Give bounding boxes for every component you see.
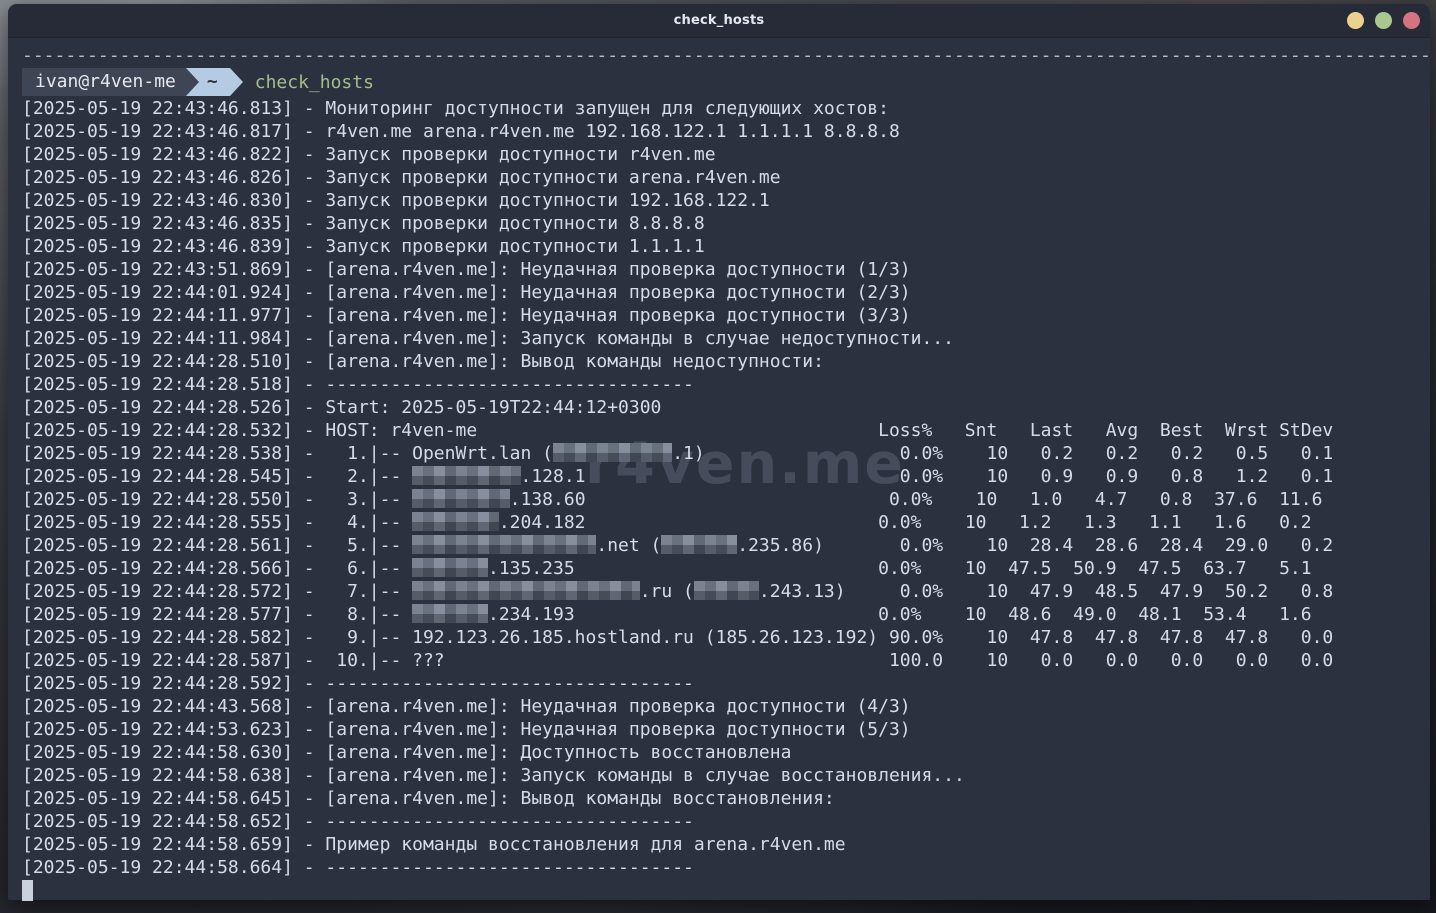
log-line: [2025-05-19 22:44:28.566] - 6.|-- .135.2… (22, 557, 1430, 580)
terminal-log: [2025-05-19 22:43:46.813] - Мониторинг д… (22, 97, 1430, 879)
log-line: [2025-05-19 22:44:28.572] - 7.|-- .ru (.… (22, 580, 1430, 603)
log-line: [2025-05-19 22:43:46.813] - Мониторинг д… (22, 97, 1430, 120)
log-line: [2025-05-19 22:44:53.623] - [arena.r4ven… (22, 718, 1430, 741)
terminal-window: check_hosts r4ven.me -------------------… (8, 4, 1430, 900)
log-line: [2025-05-19 22:44:28.538] - 1.|-- OpenWr… (22, 442, 1430, 465)
censored-ip (412, 604, 488, 623)
log-line: [2025-05-19 22:44:58.652] - ------------… (22, 810, 1430, 833)
log-line: [2025-05-19 22:44:01.924] - [arena.r4ven… (22, 281, 1430, 304)
censored-ip (412, 512, 499, 531)
log-line: [2025-05-19 22:44:11.984] - [arena.r4ven… (22, 327, 1430, 350)
powerline-arrow-icon (230, 68, 243, 96)
log-line: [2025-05-19 22:43:46.826] - Запуск прове… (22, 166, 1430, 189)
log-line: [2025-05-19 22:43:46.839] - Запуск прове… (22, 235, 1430, 258)
log-line: [2025-05-19 22:44:58.630] - [arena.r4ven… (22, 741, 1430, 764)
shell-prompt: ivan@r4ven-me ~ check_hosts (22, 67, 1430, 97)
log-line: [2025-05-19 22:44:43.568] - [arena.r4ven… (22, 695, 1430, 718)
window-title: check_hosts (674, 13, 765, 28)
log-line: [2025-05-19 22:43:46.835] - Запуск прове… (22, 212, 1430, 235)
minimize-button[interactable] (1347, 12, 1364, 29)
censored-ip (412, 466, 520, 485)
log-line: [2025-05-19 22:44:28.545] - 2.|-- .128.1… (22, 465, 1430, 488)
log-line: [2025-05-19 22:44:28.526] - Start: 2025-… (22, 396, 1430, 419)
log-line: [2025-05-19 22:44:28.561] - 5.|-- .net (… (22, 534, 1430, 557)
close-button[interactable] (1403, 12, 1420, 29)
cursor-line (22, 879, 1430, 902)
log-line: [2025-05-19 22:44:28.555] - 4.|-- .204.1… (22, 511, 1430, 534)
top-separator: ----------------------------------------… (22, 44, 1430, 67)
powerline-arrow-icon (186, 68, 199, 96)
log-line: [2025-05-19 22:44:58.638] - [arena.r4ven… (22, 764, 1430, 787)
censored-ip (412, 489, 510, 508)
prompt-command: check_hosts (255, 71, 374, 94)
censored-ip (694, 581, 759, 600)
log-line: [2025-05-19 22:44:28.577] - 8.|-- .234.1… (22, 603, 1430, 626)
prompt-user-host: ivan@r4ven-me (22, 68, 186, 96)
log-line: [2025-05-19 22:44:58.645] - [arena.r4ven… (22, 787, 1430, 810)
censored-ip (412, 581, 640, 600)
log-line: [2025-05-19 22:44:28.518] - ------------… (22, 373, 1430, 396)
log-line: [2025-05-19 22:44:58.664] - ------------… (22, 856, 1430, 879)
log-line: [2025-05-19 22:44:28.532] - HOST: r4ven-… (22, 419, 1430, 442)
log-line: [2025-05-19 22:44:28.592] - ------------… (22, 672, 1430, 695)
censored-ip (412, 558, 488, 577)
window-controls (1347, 4, 1420, 37)
log-line: [2025-05-19 22:44:28.587] - 10.|-- ??? 1… (22, 649, 1430, 672)
log-line: [2025-05-19 22:43:46.830] - Запуск прове… (22, 189, 1430, 212)
log-line: [2025-05-19 22:44:58.659] - Пример коман… (22, 833, 1430, 856)
log-line: [2025-05-19 22:44:28.582] - 9.|-- 192.12… (22, 626, 1430, 649)
censored-ip (553, 443, 672, 462)
prompt-directory: ~ (199, 68, 230, 96)
maximize-button[interactable] (1375, 12, 1392, 29)
log-line: [2025-05-19 22:44:28.510] - [arena.r4ven… (22, 350, 1430, 373)
log-line: [2025-05-19 22:43:46.822] - Запуск прове… (22, 143, 1430, 166)
titlebar[interactable]: check_hosts (8, 4, 1430, 38)
censored-ip (661, 535, 737, 554)
log-line: [2025-05-19 22:43:46.817] - r4ven.me are… (22, 120, 1430, 143)
censored-ip (412, 535, 596, 554)
log-line: [2025-05-19 22:44:11.977] - [arena.r4ven… (22, 304, 1430, 327)
terminal-content[interactable]: r4ven.me -------------------------------… (8, 38, 1430, 906)
terminal-cursor (22, 880, 33, 901)
log-line: [2025-05-19 22:43:51.869] - [arena.r4ven… (22, 258, 1430, 281)
log-line: [2025-05-19 22:44:28.550] - 3.|-- .138.6… (22, 488, 1430, 511)
